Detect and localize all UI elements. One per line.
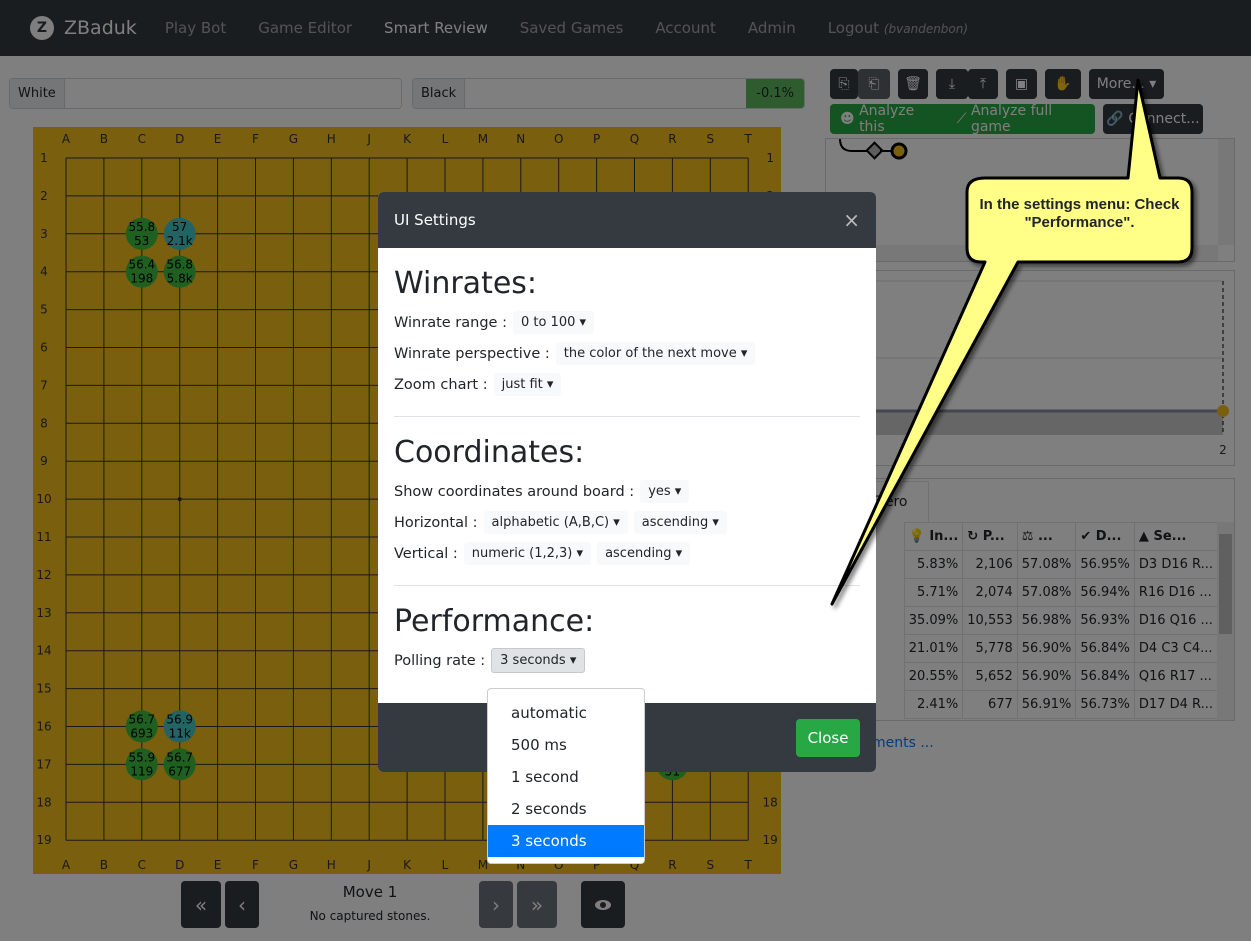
callout: In the settings menu: Check "Performance…: [830, 78, 1194, 606]
callout-text: In the settings menu: Check "Performance…: [979, 196, 1180, 231]
